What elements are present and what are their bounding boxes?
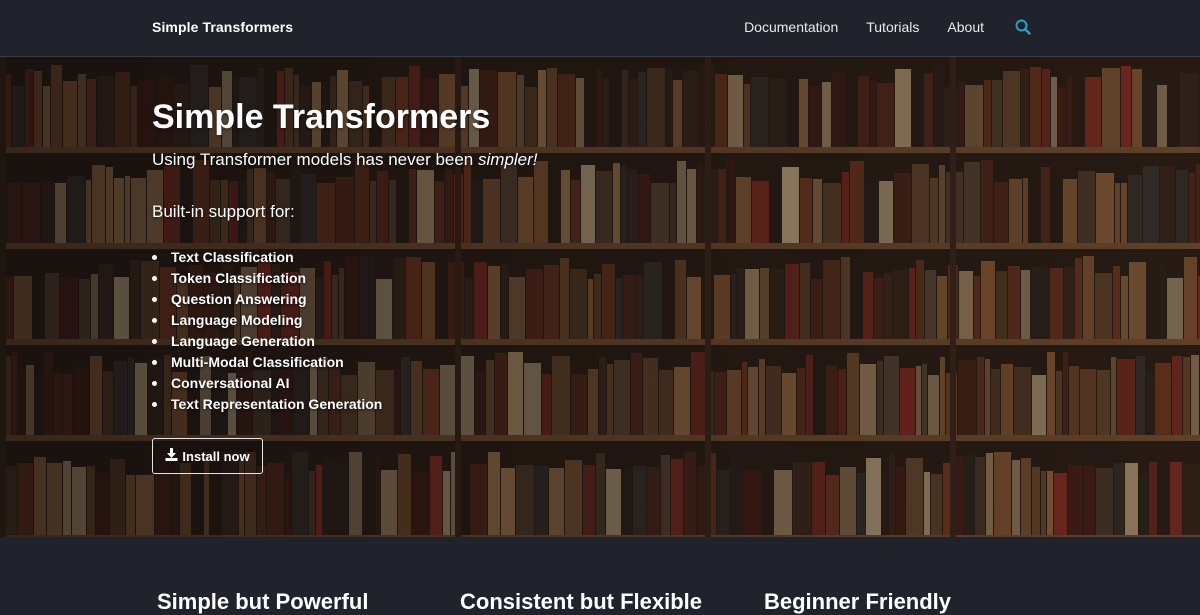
hero-title: Simple Transformers <box>152 98 491 136</box>
support-intro: Built-in support for: <box>152 202 295 221</box>
download-icon <box>165 448 178 464</box>
install-now-label: Install now <box>182 448 250 464</box>
list-item: Language Generation <box>152 331 852 352</box>
nav-links: Documentation Tutorials About <box>744 19 984 35</box>
hero-tagline: Using Transformer models has never been … <box>152 149 852 171</box>
feature-label: Language Generation <box>171 333 315 349</box>
list-item: Text Representation Generation <box>152 394 852 415</box>
search-icon[interactable] <box>1015 19 1033 37</box>
feature-label: Text Representation Generation <box>171 396 383 412</box>
install-now-button[interactable]: Install now <box>152 438 263 474</box>
feature-label: Text Classification <box>171 249 294 265</box>
feature-label: Conversational AI <box>171 375 290 391</box>
hero-tagline-emphasis: simpler! <box>478 150 538 169</box>
bullet-icon <box>152 360 157 365</box>
nav-link-documentation[interactable]: Documentation <box>744 19 838 35</box>
feature-cards-section: Simple but Powerful Consistent but Flexi… <box>0 537 1200 614</box>
feature-label: Multi-Modal Classification <box>171 354 344 370</box>
feature-heading-simple: Simple but Powerful <box>157 589 369 614</box>
bullet-icon <box>152 381 157 386</box>
feature-label: Token Classification <box>171 270 307 286</box>
brand-logo-link[interactable]: Simple Transformers <box>152 19 293 35</box>
hero-section: Simple Transformers Using Transformer mo… <box>0 57 1200 537</box>
nav-link-about[interactable]: About <box>947 19 984 35</box>
list-item: Question Answering <box>152 289 852 310</box>
nav-link-tutorials[interactable]: Tutorials <box>866 19 919 35</box>
hero-tagline-prefix: Using Transformer models has never been <box>152 150 478 169</box>
bullet-icon <box>152 255 157 260</box>
list-item: Text Classification <box>152 247 852 268</box>
bullet-icon <box>152 402 157 407</box>
feature-list: Text Classification Token Classification… <box>152 247 852 415</box>
feature-heading-beginner: Beginner Friendly <box>764 589 952 614</box>
bullet-icon <box>152 318 157 323</box>
list-item: Multi-Modal Classification <box>152 352 852 373</box>
hero-content: Simple Transformers Using Transformer mo… <box>152 95 852 415</box>
list-item: Language Modeling <box>152 310 852 331</box>
bullet-icon <box>152 276 157 281</box>
top-navbar: Simple Transformers Documentation Tutori… <box>0 0 1200 57</box>
bullet-icon <box>152 339 157 344</box>
feature-label: Question Answering <box>171 291 307 307</box>
list-item: Token Classification <box>152 268 852 289</box>
list-item: Conversational AI <box>152 373 852 394</box>
feature-heading-consistent: Consistent but Flexible <box>460 589 703 614</box>
bullet-icon <box>152 297 157 302</box>
feature-label: Language Modeling <box>171 312 303 328</box>
